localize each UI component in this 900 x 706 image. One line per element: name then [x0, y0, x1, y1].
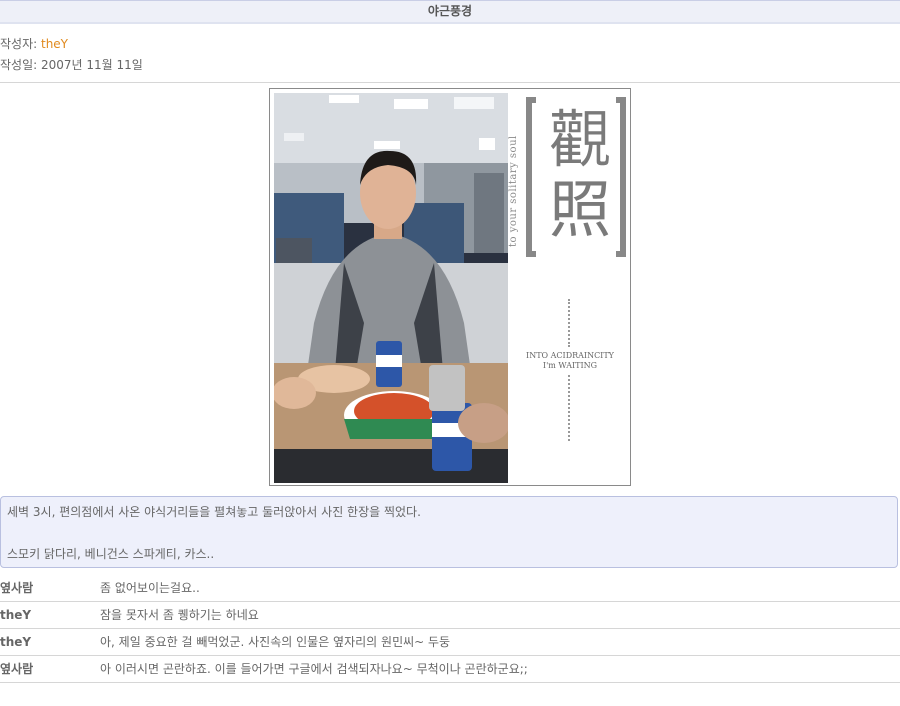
- side-caption-line1: INTO ACIDRAINCITY: [526, 351, 614, 360]
- office-photo: [274, 93, 508, 483]
- photo-container: 觀 照 to your solitary soul INTO ACIDRAINC…: [0, 83, 900, 486]
- comment-author[interactable]: theY: [0, 602, 100, 628]
- post-description: 세벽 3시, 편의점에서 사온 야식거리들을 펼쳐놓고 둘러앉아서 사진 한장을…: [0, 496, 898, 568]
- post-title: 야근풍경: [427, 4, 473, 18]
- comment-row: 옆사람 좀 없어보이는걸요..: [0, 575, 900, 602]
- kanji-top: 觀: [548, 103, 611, 176]
- comment-text: 아 이러시면 곤란하죠. 이를 들어가면 구글에서 검색되자나요~ 무척이나 곤…: [100, 662, 528, 676]
- description-line-1: 세벽 3시, 편의점에서 사온 야식거리들을 펼쳐놓고 둘러앉아서 사진 한장을…: [7, 505, 421, 519]
- post-meta: 작성자: theY 작성일: 2007년 11월 11일: [0, 24, 900, 82]
- bracket-left-icon: [526, 97, 536, 257]
- comment-row: theY 아, 제일 중요한 걸 빼먹었군. 사진속의 인물은 옆자리의 원민씨…: [0, 629, 900, 656]
- comment-row: theY 잠을 못자서 좀 퀭하기는 하네요: [0, 602, 900, 629]
- description-gap: [7, 523, 891, 544]
- date-label: 작성일:: [0, 58, 41, 72]
- kanji-title: 觀 照: [526, 97, 626, 257]
- title-art-panel: 觀 照 to your solitary soul INTO ACIDRAINC…: [508, 93, 628, 483]
- post-title-bar: 야근풍경: [0, 0, 900, 24]
- comment-author[interactable]: theY: [0, 629, 100, 655]
- comment-author[interactable]: 옆사람: [0, 575, 100, 601]
- photo-frame[interactable]: 觀 照 to your solitary soul INTO ACIDRAINC…: [269, 88, 631, 486]
- kanji-bottom: 照: [548, 173, 611, 246]
- post-date: 2007년 11월 11일: [40, 58, 143, 72]
- comment-list: 옆사람 좀 없어보이는걸요.. theY 잠을 못자서 좀 퀭하기는 하네요 t…: [0, 575, 900, 683]
- author-name-link[interactable]: theY: [41, 37, 68, 51]
- dotted-line-top-icon: [568, 299, 572, 347]
- comment-text: 아, 제일 중요한 걸 빼먹었군. 사진속의 인물은 옆자리의 원민씨~ 두둥: [100, 635, 451, 649]
- side-caption-line2: I'm WAITING: [542, 361, 598, 370]
- author-label: 작성자:: [0, 37, 41, 51]
- office-photo-illustration: [274, 93, 508, 483]
- date-row: 작성일: 2007년 11월 11일: [0, 55, 900, 76]
- vertical-caption: to your solitary soul: [508, 135, 519, 247]
- dotted-line-bottom-icon: [568, 375, 572, 441]
- description-line-2: 스모키 닭다리, 베니건스 스파게티, 카스..: [7, 547, 215, 561]
- comment-row: 옆사람 아 이러시면 곤란하죠. 이를 들어가면 구글에서 검색되자나요~ 무척…: [0, 656, 900, 683]
- comment-text: 좀 없어보이는걸요..: [100, 581, 200, 595]
- comment-text: 잠을 못자서 좀 퀭하기는 하네요: [100, 608, 259, 622]
- author-row: 작성자: theY: [0, 34, 900, 55]
- comment-author[interactable]: 옆사람: [0, 656, 100, 682]
- side-caption: INTO ACIDRAINCITY I'm WAITING: [512, 351, 628, 371]
